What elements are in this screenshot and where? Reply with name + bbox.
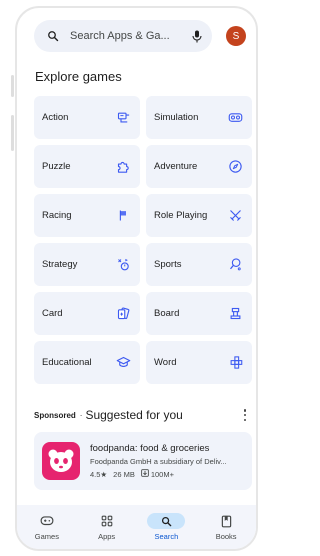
category-educational[interactable]: Educational [34, 341, 140, 384]
bookmark-book-icon [207, 513, 245, 529]
search-icon [147, 513, 186, 529]
account-avatar[interactable]: S [226, 26, 246, 46]
separator-dot: · [79, 410, 83, 420]
microphone-icon[interactable] [186, 30, 208, 43]
puzzle-icon [117, 161, 129, 173]
nav-books[interactable]: Books [198, 513, 254, 541]
category-puzzle[interactable]: Puzzle [34, 145, 140, 188]
app-name: foodpanda: food & groceries [90, 443, 210, 454]
category-board[interactable]: Board [146, 292, 252, 335]
explore-games-title: Explore games [35, 69, 122, 84]
swords-icon [230, 210, 241, 221]
volume-button [11, 75, 14, 97]
board-icon [230, 307, 241, 320]
category-word[interactable]: Word [146, 341, 252, 384]
sports-icon [230, 258, 241, 271]
category-label: Sports [154, 259, 182, 270]
app-rating: 4.5★ [90, 469, 108, 479]
app-card-foodpanda[interactable]: foodpanda: food & groceries Foodpanda Gm… [34, 432, 252, 490]
power-button [11, 115, 14, 151]
search-bar[interactable]: Search Apps & Ga... [34, 20, 212, 52]
category-sports[interactable]: Sports [146, 243, 252, 286]
phone-frame: Search Apps & Ga... S Explore games Acti… [15, 6, 258, 551]
category-label: Word [154, 357, 177, 368]
nav-search[interactable]: Search [138, 513, 194, 541]
category-label: Racing [42, 210, 72, 221]
nav-label: Search [154, 532, 179, 541]
apps-grid-icon [88, 513, 126, 529]
category-simulation[interactable]: Simulation [146, 96, 252, 139]
category-label: Adventure [154, 161, 198, 172]
category-label: Card [42, 308, 63, 319]
search-placeholder: Search Apps & Ga... [70, 30, 170, 42]
graduation-cap-icon [116, 356, 131, 367]
more-options-icon[interactable] [240, 408, 250, 422]
suggested-title: Suggested for you [85, 408, 183, 422]
nav-label: Apps [98, 532, 116, 541]
word-blocks-icon [230, 356, 243, 369]
app-info: foodpanda: food & groceries Foodpanda Gm… [90, 443, 240, 479]
category-label: Simulation [154, 112, 199, 123]
category-role-playing[interactable]: Role Playing [146, 194, 252, 237]
flag-icon [119, 210, 126, 221]
category-strategy[interactable]: Strategy [34, 243, 140, 286]
bottom-navigation: Games Apps Search Books [17, 505, 256, 549]
app-downloads: 100M+ [150, 469, 174, 479]
category-label: Educational [42, 357, 92, 368]
sponsored-label: Sponsored [34, 410, 76, 420]
app-size: 26 MB [113, 469, 135, 479]
foodpanda-app-icon [42, 442, 80, 480]
category-label: Puzzle [42, 161, 71, 172]
gamepad-icon [28, 513, 66, 529]
strategy-icon [118, 258, 129, 271]
action-icon [117, 112, 130, 123]
nav-label: Games [34, 532, 59, 541]
search-icon [34, 30, 62, 42]
nav-apps[interactable]: Apps [79, 513, 135, 541]
nav-games[interactable]: Games [19, 513, 75, 541]
suggested-header: Sponsored · Suggested for you [34, 406, 254, 424]
category-action[interactable]: Action [34, 96, 140, 139]
downloads-icon [141, 469, 149, 479]
category-label: Role Playing [154, 210, 208, 221]
category-label: Action [42, 112, 69, 123]
category-card[interactable]: Card [34, 292, 140, 335]
simulation-icon [228, 113, 243, 122]
app-developer: Foodpanda GmbH a subsidiary of Deliv... [90, 457, 227, 466]
category-adventure[interactable]: Adventure [146, 145, 252, 188]
category-racing[interactable]: Racing [34, 194, 140, 237]
category-label: Strategy [42, 259, 78, 270]
card-icon [117, 307, 130, 320]
compass-icon [229, 160, 242, 173]
category-label: Board [154, 308, 180, 319]
app-meta: 4.5★ 26 MB 100M+ [90, 469, 240, 479]
nav-label: Books [215, 532, 237, 541]
